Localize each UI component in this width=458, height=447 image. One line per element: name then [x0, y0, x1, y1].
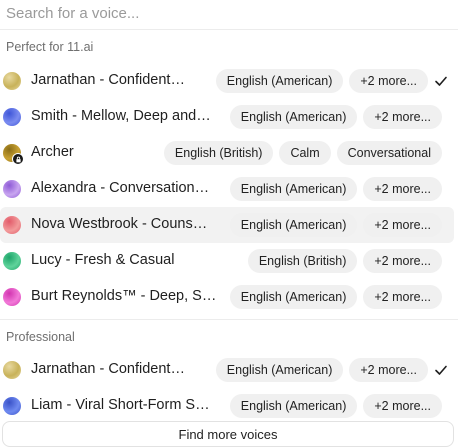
voice-name: Jarnathan - Confident… — [31, 72, 185, 88]
voice-tags: English (American) +2 more... — [229, 105, 442, 129]
more-tags-chip[interactable]: +2 more... — [349, 358, 428, 382]
lock-icon — [12, 153, 24, 165]
voice-tags: English (American) +2 more... — [229, 394, 442, 418]
voice-tag-chip: English (American) — [229, 177, 358, 201]
voice-row[interactable]: English (American) +2 more... Liam - Viral… — [0, 388, 454, 424]
more-tags-chip[interactable]: +2 more... — [363, 394, 442, 418]
more-tags-chip[interactable]: +2 more... — [349, 69, 428, 93]
voice-name: Jarnathan - Confident… — [31, 361, 185, 377]
selected-check-icon — [435, 365, 447, 375]
voice-avatar — [3, 144, 24, 165]
more-tags-chip[interactable]: +2 more... — [363, 105, 442, 129]
voice-tags: English (British) +2 more... — [247, 249, 442, 273]
voice-avatar — [3, 72, 21, 90]
voice-tag-chip: English (American) — [229, 213, 358, 237]
voice-search-input[interactable] — [6, 2, 446, 24]
voice-tags: English (American) +2 more... — [215, 358, 428, 382]
voice-tag-chip: English (American) — [215, 358, 344, 382]
voice-name: Alexandra - Conversation… — [31, 180, 210, 196]
voice-name: Archer — [31, 144, 74, 160]
voice-avatar — [3, 180, 21, 198]
voice-avatar — [3, 252, 21, 270]
voice-row[interactable]: English (British) +2 more... Lucy - Fresh … — [0, 243, 454, 279]
voice-name: Burt Reynolds™ - Deep, S… — [31, 288, 217, 304]
voice-row[interactable]: English (British) Calm Conversational Arche… — [0, 135, 454, 171]
selected-check-icon — [435, 76, 447, 86]
voice-name: Smith - Mellow, Deep and… — [31, 108, 211, 124]
voice-tags: English (American) +2 more... — [229, 177, 442, 201]
voice-name: Lucy - Fresh & Casual — [31, 252, 175, 268]
voice-row[interactable]: English (American) +2 more... Alexandra - … — [0, 171, 454, 207]
voice-tags: English (American) +2 more... — [215, 69, 428, 93]
voice-tag-chip: English (British) — [247, 249, 358, 273]
voice-tag-chip: English (British) — [163, 141, 274, 165]
voice-tag-chip: English (American) — [229, 394, 358, 418]
voice-tags: English (British) Calm Conversational — [163, 141, 442, 165]
voice-avatar — [3, 288, 21, 306]
section-label: Perfect for 11.ai — [6, 40, 94, 54]
more-tags-chip[interactable]: +2 more... — [363, 213, 442, 237]
voice-avatar — [3, 397, 21, 415]
voice-tags: English (American) +2 more... — [229, 285, 442, 309]
voice-row[interactable]: English (American) +2 more... Burt Reynold… — [0, 279, 454, 315]
voice-tag-chip: Conversational — [336, 141, 442, 165]
voice-tags: English (American) +2 more... — [229, 213, 442, 237]
section-label: Professional — [6, 330, 75, 344]
section-divider — [0, 319, 458, 320]
voice-tag-chip: English (American) — [215, 69, 344, 93]
more-tags-chip[interactable]: +2 more... — [363, 177, 442, 201]
voice-row[interactable]: English (American) +2 more... Smith - Mell… — [0, 99, 454, 135]
voice-tag-chip: Calm — [279, 141, 331, 165]
voice-avatar — [3, 108, 21, 126]
voice-row[interactable]: English (American) +2 more... Jarnathan - … — [0, 63, 454, 99]
voice-avatar — [3, 361, 21, 379]
more-tags-chip[interactable]: +2 more... — [363, 249, 442, 273]
voice-tag-chip: English (American) — [229, 285, 358, 309]
footer: Find more voices — [0, 421, 458, 447]
voice-name: Nova Westbrook - Couns… — [31, 216, 208, 232]
voice-avatar — [3, 216, 21, 234]
voice-tag-chip: English (American) — [229, 105, 358, 129]
voice-search-bar — [0, 0, 458, 30]
more-tags-chip[interactable]: +2 more... — [363, 285, 442, 309]
voice-row[interactable]: English (American) +2 more... Nova Westbro… — [0, 207, 454, 243]
voice-name: Liam - Viral Short-Form S… — [31, 397, 210, 413]
voice-row[interactable]: English (American) +2 more... Jarnathan - … — [0, 352, 454, 388]
find-more-voices-button[interactable]: Find more voices — [2, 421, 454, 447]
